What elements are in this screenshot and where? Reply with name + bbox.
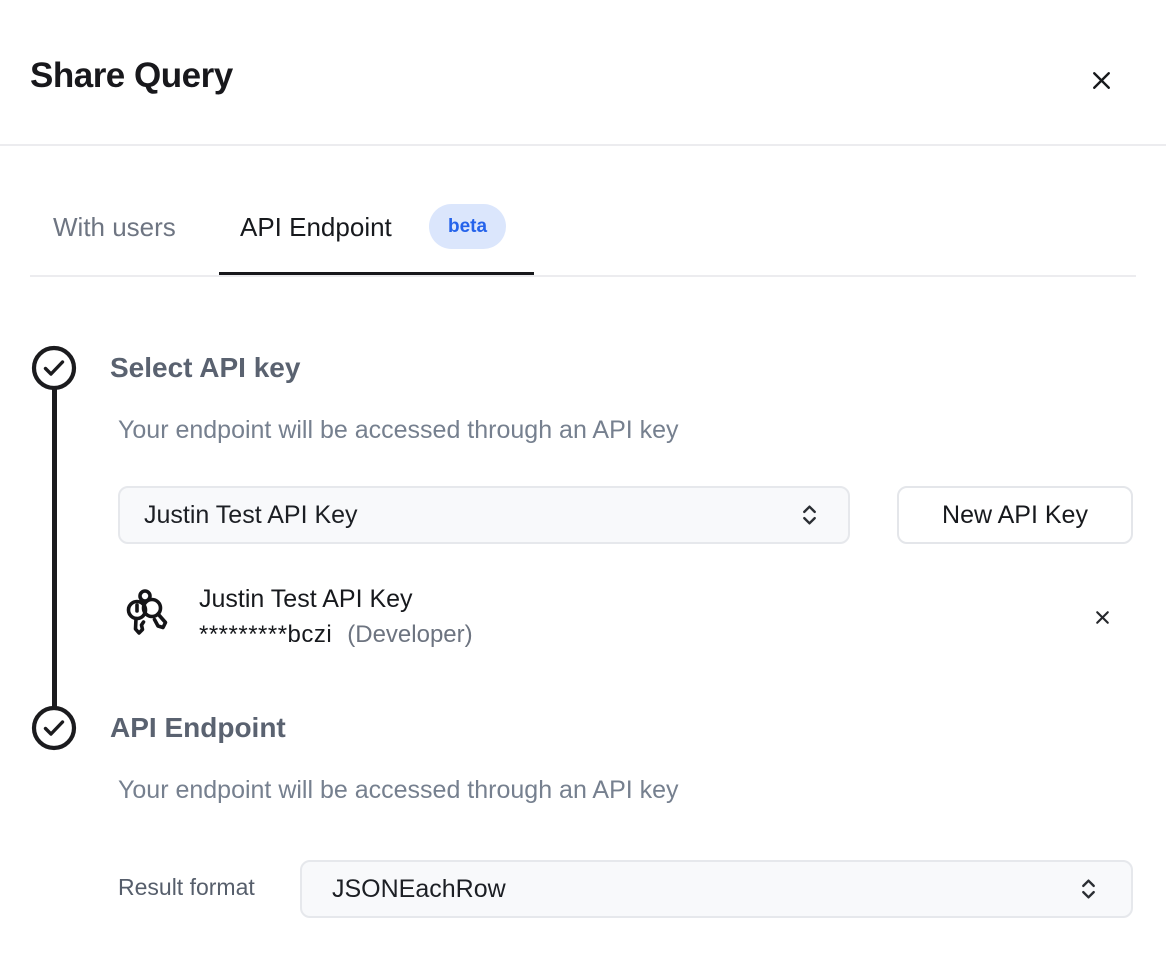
dialog-title: Share Query — [30, 56, 233, 96]
share-query-dialog: Share Query With users API Endpoint beta… — [0, 0, 1166, 954]
header-divider — [0, 144, 1166, 146]
step1-title: Select API key — [110, 351, 300, 385]
result-format-select-value: JSONEachRow — [332, 875, 506, 904]
close-icon — [1088, 67, 1115, 94]
selected-key-masked-value: *********bczi — [199, 621, 332, 649]
remove-key-x-icon — [1093, 608, 1112, 627]
tab-api-endpoint[interactable]: API Endpoint — [240, 212, 392, 243]
api-key-select-value: Justin Test API Key — [144, 501, 358, 530]
tab-with-users[interactable]: With users — [53, 212, 176, 243]
selected-key-role: (Developer) — [347, 621, 472, 649]
remove-key-button[interactable] — [1088, 603, 1116, 631]
result-format-select[interactable]: JSONEachRow — [300, 860, 1133, 918]
unfold-chevron-icon — [799, 503, 820, 528]
step1-check-icon — [31, 345, 77, 391]
stepper-connector-line — [52, 368, 57, 728]
step2-check-icon — [31, 705, 77, 751]
step2-title: API Endpoint — [110, 711, 286, 745]
selected-key-details: *********bczi (Developer) — [199, 621, 473, 649]
keys-icon — [122, 586, 170, 640]
selected-key-name: Justin Test API Key — [199, 584, 413, 614]
beta-badge: beta — [429, 204, 506, 249]
unfold-chevron-icon — [1078, 877, 1099, 902]
tabs-baseline-divider — [30, 275, 1136, 277]
result-format-label: Result format — [118, 874, 255, 902]
api-key-select[interactable]: Justin Test API Key — [118, 486, 850, 544]
new-api-key-button[interactable]: New API Key — [897, 486, 1133, 544]
step1-description: Your endpoint will be accessed through a… — [118, 415, 679, 445]
step2-description: Your endpoint will be accessed through a… — [118, 775, 679, 805]
close-button[interactable] — [1084, 63, 1118, 97]
